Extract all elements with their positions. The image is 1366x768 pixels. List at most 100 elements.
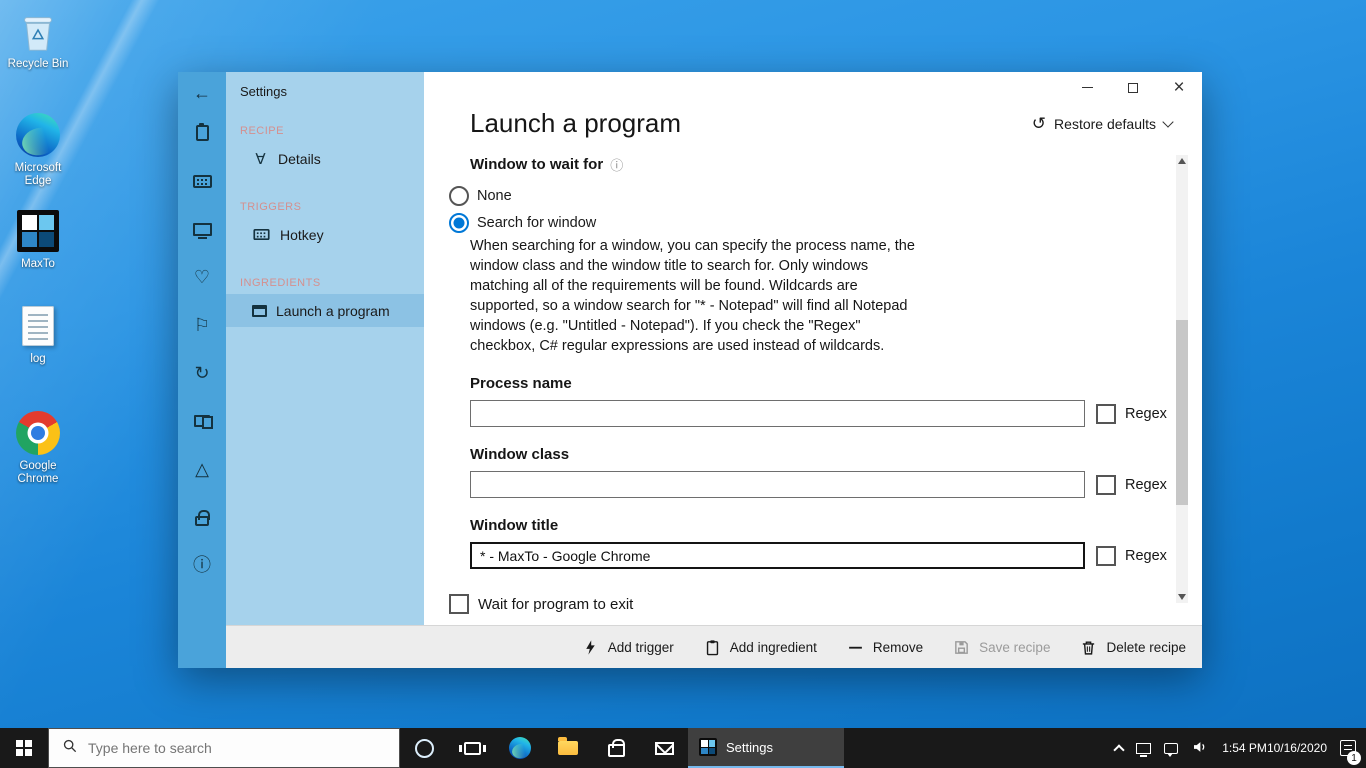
sidebar-item-hotkey[interactable]: Hotkey [226,218,424,251]
sidebar-title: Settings [240,84,287,99]
speaker-icon [1191,738,1209,759]
desktop-icon-maxto[interactable]: MaxTo [0,208,76,271]
rail-button-updates[interactable]: ↻ [178,362,226,384]
sidebar-item-details[interactable]: ∀ Details [226,142,424,175]
task-view-button[interactable] [448,728,496,768]
process-name-input[interactable] [470,400,1085,427]
scrollbar-thumb[interactable] [1176,320,1188,505]
recycle-bin-icon [15,8,61,54]
search-description: When searching for a window, you can spe… [470,238,915,354]
clipboard-icon [195,123,209,141]
action-center-button[interactable]: 1 [1338,738,1361,765]
process-name-regex-checkbox[interactable] [1096,403,1116,424]
settings-sidebar: Settings RECIPE ∀ Details TRIGGERS Hotke… [226,72,424,625]
text-file-icon [15,303,61,349]
store-bag-icon [607,738,625,757]
window-title-input[interactable] [470,542,1085,569]
desktop-icon-microsoft-edge[interactable]: Microsoft Edge [0,112,76,188]
scrollbar[interactable] [1176,155,1188,603]
minimize-button[interactable] [1064,72,1110,103]
desktop-icon-recycle-bin[interactable]: Recycle Bin [0,8,76,71]
rail-button-flags[interactable]: ⚐ [178,314,226,336]
hotkey-keyboard-icon [253,228,270,241]
taskbar: Settings 1:54 PM 10/16/2020 1 [0,728,1366,768]
scroll-up-arrow[interactable] [1178,158,1186,164]
add-trigger-button[interactable]: Add trigger [582,639,674,656]
edge-icon [509,737,531,759]
cortana-button[interactable] [400,728,448,768]
sidebar-item-label: Details [278,150,321,167]
maximize-icon [1128,82,1138,93]
system-tray: 1:54 PM 10/16/2020 1 [1113,728,1366,768]
remove-button[interactable]: Remove [847,639,923,656]
rail-button-monitors[interactable] [178,218,226,240]
tray-volume-button[interactable] [1189,736,1211,761]
minus-icon [847,639,864,656]
start-button[interactable] [0,728,48,768]
microsoft-store-button[interactable] [592,728,640,768]
section-header-ingredients: INGREDIENTS [240,277,321,289]
wait-for-exit-label: Wait for program to exit [478,595,634,613]
radio-none-circle[interactable] [449,185,469,206]
maximize-button[interactable] [1110,72,1156,103]
file-explorer-button[interactable] [544,728,592,768]
radio-search-for-window[interactable]: Search for window [449,209,1202,236]
desktop: Recycle Bin Microsoft Edge MaxTo log Goo… [0,0,1366,768]
window-class-regex-checkbox[interactable] [1096,474,1116,495]
search-input[interactable] [88,740,386,756]
add-trigger-label: Add trigger [607,639,674,655]
tray-expand-button[interactable] [1113,741,1125,756]
taskbar-edge-button[interactable] [496,728,544,768]
devices-icon [194,415,213,429]
taskbar-settings-task[interactable]: Settings [688,728,844,768]
regex-label: Regex [1125,405,1167,422]
rail-button-favorites[interactable]: ♡ [178,266,226,288]
warning-icon: △ [195,459,209,479]
page-title: Launch a program [470,108,682,138]
rail-button-recipes[interactable] [178,122,226,144]
lightning-icon [582,639,599,656]
window-title-regex-checkbox[interactable] [1096,545,1116,566]
tray-ime-button[interactable] [1162,741,1180,757]
sidebar-item-launch-a-program[interactable]: Launch a program [226,294,424,327]
desktop-icon-label: MaxTo [21,258,55,270]
rail-button-license[interactable] [178,506,226,528]
windows-logo-icon [16,740,32,756]
wait-for-exit-checkbox[interactable] [449,594,469,614]
sidebar-item-label: Hotkey [280,226,324,243]
close-button[interactable]: × [1156,72,1202,103]
radio-search-circle[interactable] [449,212,469,233]
add-ingredient-button[interactable]: Add ingredient [704,639,817,656]
regex-label: Regex [1125,547,1167,564]
rail-button-about[interactable]: ⓘ [178,554,226,576]
scroll-down-arrow[interactable] [1178,594,1186,600]
taskbar-search[interactable] [48,728,400,768]
save-icon [953,639,970,656]
delete-recipe-button[interactable]: Delete recipe [1080,639,1186,656]
rail-button-hotkeys[interactable] [178,170,226,192]
desktop-icon-label: Recycle Bin [7,58,69,70]
desktop-icon-label: Google Chrome [17,460,59,485]
chrome-icon [15,410,61,456]
regex-label: Regex [1125,476,1167,493]
rail-button-devices[interactable] [178,410,226,432]
desktop-icon-google-chrome[interactable]: Google Chrome [0,410,76,486]
tray-display-button[interactable] [1134,741,1153,757]
sidebar-item-label: Launch a program [276,302,390,319]
info-icon: ⓘ [193,555,211,575]
save-recipe-button[interactable]: Save recipe [953,639,1050,656]
window-caption: × [1064,72,1202,103]
restore-defaults-button[interactable]: ↺ Restore defaults [1031,113,1174,134]
back-button[interactable]: ← [178,80,226,106]
clock-time: 1:54 PM [1222,740,1267,755]
heart-icon: ♡ [193,267,211,287]
command-bar: Add trigger Add ingredient Remove Save r… [226,625,1202,668]
mail-button[interactable] [640,728,688,768]
desktop-icon-log[interactable]: log [0,303,76,366]
window-class-label: Window class [470,446,570,463]
radio-none[interactable]: None [449,182,1202,209]
undo-icon: ↺ [1031,113,1047,133]
taskbar-clock[interactable]: 1:54 PM 10/16/2020 [1220,739,1329,758]
window-class-input[interactable] [470,471,1085,498]
rail-button-diagnostics[interactable]: △ [178,458,226,480]
